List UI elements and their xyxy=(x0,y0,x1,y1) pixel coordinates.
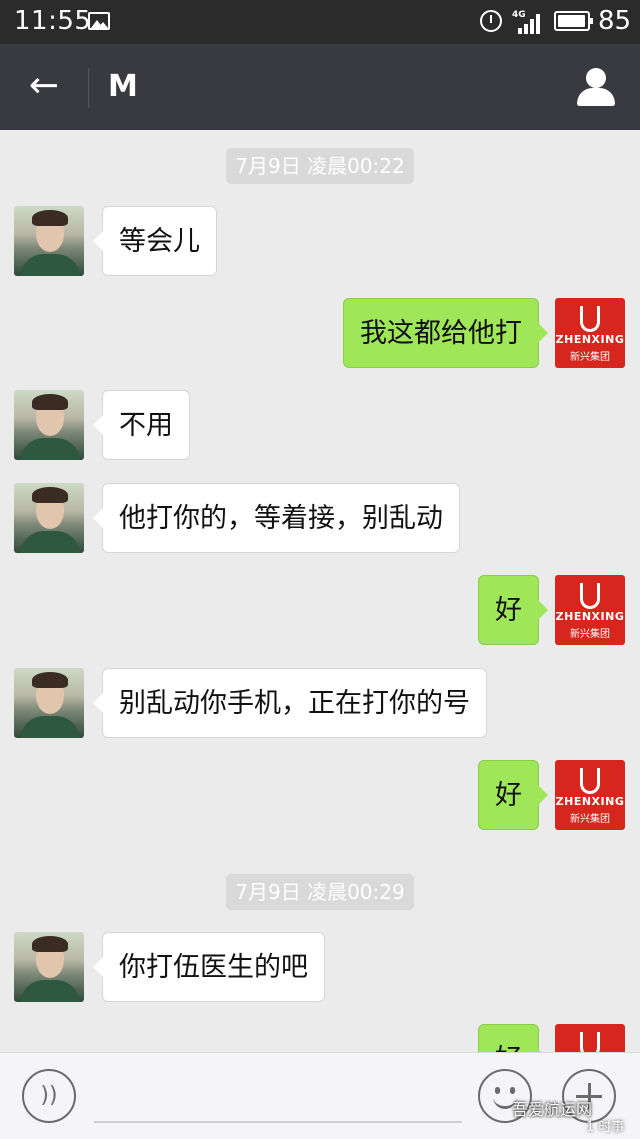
message-bubble-incoming[interactable]: 等会儿 xyxy=(93,206,217,276)
my-avatar[interactable]: ZHENXING 新兴集团 xyxy=(555,760,625,830)
status-bar: 11:55 4G 85 xyxy=(0,0,640,44)
zhenxing-logo-icon xyxy=(580,1032,600,1052)
contact-avatar[interactable] xyxy=(14,206,84,276)
logo-text-en: ZHENXING xyxy=(555,333,625,346)
battery-level: 85 xyxy=(598,6,632,36)
zhenxing-logo-icon xyxy=(580,583,600,609)
chat-title: M xyxy=(108,69,138,104)
back-button[interactable]: ← xyxy=(22,66,66,110)
header-divider xyxy=(88,68,89,108)
logo-text-en: ZHENXING xyxy=(555,610,625,623)
message-input[interactable] xyxy=(94,1121,462,1123)
message-bubble-incoming[interactable]: 不用 xyxy=(93,390,190,460)
message-list[interactable]: 7月9日 凌晨00:22 等会儿 我这都给他打 ZHENXING 新兴集团 不用 … xyxy=(0,130,640,1052)
watermark: 吾爱航运网 xyxy=(512,1100,593,1119)
voice-button[interactable]: )) xyxy=(22,1069,76,1123)
logo-text-cn: 新兴集团 xyxy=(570,352,610,363)
message-bubble-outgoing[interactable]: 好 xyxy=(478,760,548,830)
arrow-left-icon: ← xyxy=(28,65,60,106)
my-avatar[interactable]: ZHENXING 新兴集团 xyxy=(555,298,625,368)
timestamp: 7月9日 凌晨00:29 xyxy=(226,874,414,910)
zhenxing-logo-icon xyxy=(580,768,600,794)
battery-icon xyxy=(554,11,593,31)
chat-header: ← M xyxy=(0,44,640,130)
logo-text-cn: 新兴集团 xyxy=(570,629,610,640)
logo-text-cn: 新兴集团 xyxy=(570,814,610,825)
contact-avatar[interactable] xyxy=(14,390,84,460)
zhenxing-logo-icon xyxy=(580,306,600,332)
watermark-sub: 1 时事 xyxy=(586,1120,625,1135)
logo-text-en: ZHENXING xyxy=(555,795,625,808)
message-bubble-incoming[interactable]: 别乱动你手机，正在打你的号 xyxy=(93,668,487,738)
timestamp: 7月9日 凌晨00:22 xyxy=(226,148,414,184)
my-avatar[interactable]: ZHENXING新兴集团 xyxy=(555,1024,625,1052)
image-notification-icon xyxy=(88,12,110,30)
message-bubble-incoming[interactable]: 他打你的，等着接，别乱动 xyxy=(93,483,460,553)
signal-icon xyxy=(514,12,544,34)
voice-icon: )) xyxy=(40,1083,58,1108)
contact-avatar[interactable] xyxy=(14,483,84,553)
profile-button[interactable] xyxy=(576,68,616,108)
alarm-icon xyxy=(480,10,502,32)
message-bubble-outgoing[interactable]: 我这都给他打 xyxy=(343,298,548,368)
my-avatar[interactable]: ZHENXING 新兴集团 xyxy=(555,575,625,645)
status-time: 11:55 xyxy=(14,6,92,36)
message-bubble-incoming[interactable]: 你打伍医生的吧 xyxy=(93,932,325,1002)
message-bubble-outgoing[interactable]: 好 xyxy=(478,1024,548,1052)
contact-avatar[interactable] xyxy=(14,932,84,1002)
contact-avatar[interactable] xyxy=(14,668,84,738)
message-bubble-outgoing[interactable]: 好 xyxy=(478,575,548,645)
